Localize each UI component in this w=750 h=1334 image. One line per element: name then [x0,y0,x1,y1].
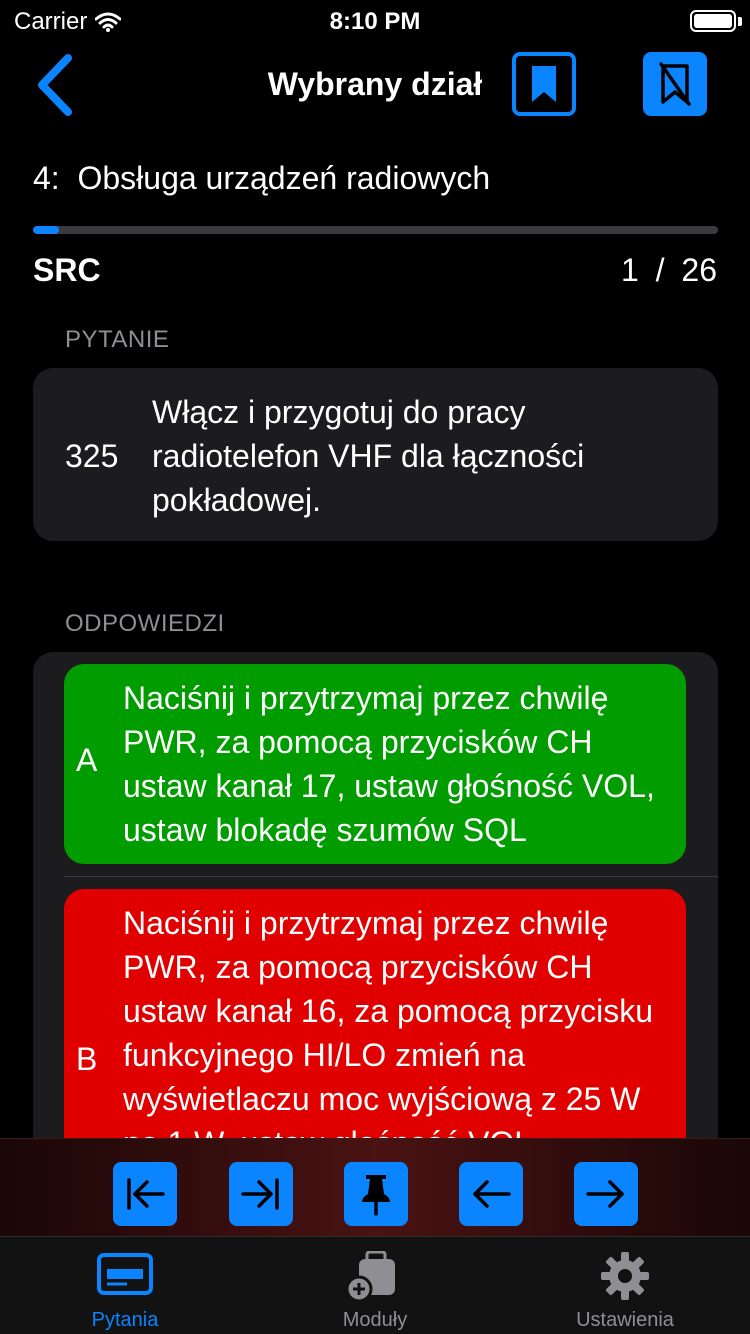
previous-button[interactable] [459,1162,523,1226]
page-title: Wybrany dział [267,66,483,102]
tab-label: Ustawienia [576,1309,674,1331]
battery-icon [690,10,736,32]
answers-header: ODPOWIEDZI [65,610,225,637]
answer-letter: A [76,742,98,778]
question-toolbar [0,1138,750,1236]
first-question-button[interactable] [113,1162,177,1226]
questions-icon [0,1251,250,1299]
question-header: PYTANIE [65,326,170,353]
battery-cap [738,17,742,26]
bookmark-icon [532,66,556,102]
section-title: 4: Obsługa urządzeń radiowych [33,160,491,196]
exam-code: SRC [33,252,101,288]
chevron-left-icon [38,54,72,116]
tab-modules[interactable]: Moduły [250,1237,500,1334]
last-question-button[interactable] [229,1162,293,1226]
progress-bar [33,226,718,234]
tab-settings[interactable]: Ustawienia [500,1237,750,1334]
pin-icon [362,1175,390,1216]
question-text: Włącz i przygotuj do pracy radiotelefon … [152,394,585,518]
arrow-right-icon [586,1180,624,1208]
answer-letter: B [76,1041,98,1077]
bookmark-slash-icon [659,62,691,106]
clock: 8:10 PM [329,8,421,35]
remove-bookmark-button[interactable] [643,52,707,116]
answer-option-a[interactable]: A Naciśnij i przytrzymaj przez chwilę PW… [64,664,686,864]
question-number: 325 [65,438,119,474]
question-counter: 1 / 26 [620,252,717,288]
arrow-left-icon [473,1180,511,1208]
tab-bar: Pytania Moduły Ustawienia [0,1236,750,1334]
progress-fill [33,226,60,234]
first-icon [127,1178,165,1210]
tab-label: Pytania [91,1309,159,1331]
pin-button[interactable] [344,1162,408,1226]
tab-questions[interactable]: Pytania [0,1237,250,1334]
next-button[interactable] [574,1162,638,1226]
question-card: 325 Włącz i przygotuj do pracy radiotele… [33,368,718,541]
last-icon [241,1178,279,1210]
bookmark-button[interactable] [512,52,576,116]
modules-icon [250,1251,500,1303]
tab-label: Moduły [342,1309,408,1331]
status-bar: Carrier 8:10 PM [0,0,750,40]
answer-text: Naciśnij i przytrzymaj przez chwilę PWR,… [123,905,654,1161]
gear-icon [500,1251,750,1300]
back-button[interactable] [30,50,80,120]
answer-text: Naciśnij i przytrzymaj przez chwilę PWR,… [123,680,655,848]
divider [64,876,718,877]
